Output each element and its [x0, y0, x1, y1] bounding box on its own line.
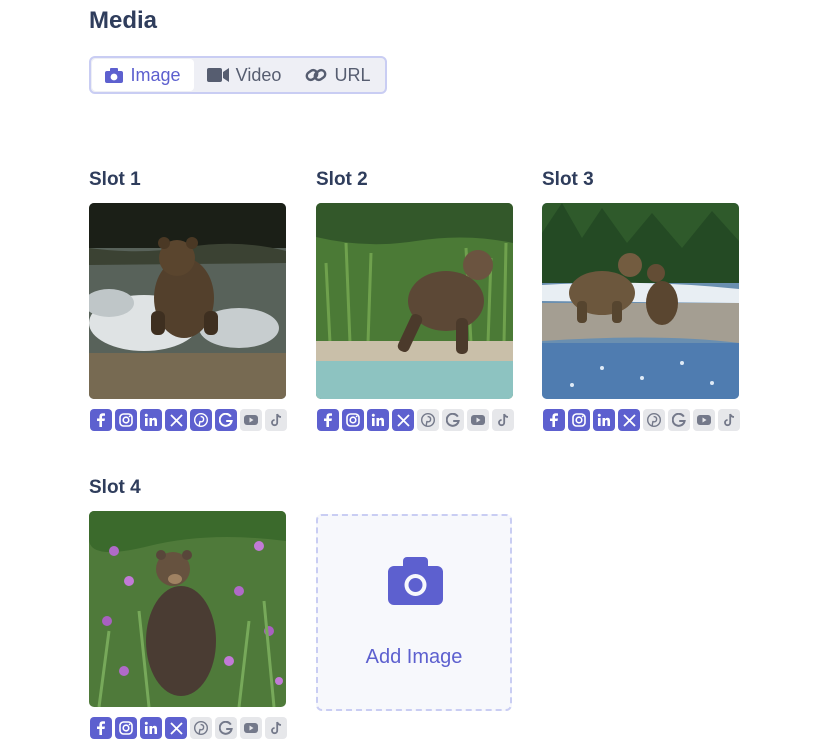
linkedin-icon: [144, 721, 157, 734]
media-slot-2: Slot 2: [316, 168, 514, 431]
facebook-toggle[interactable]: [90, 717, 112, 739]
video-camera-icon: [206, 68, 229, 82]
media-slot-4: Slot 4: [89, 476, 287, 739]
media-type-tabs: Image Video URL: [89, 56, 387, 94]
linkedin-icon: [597, 413, 610, 426]
google-toggle[interactable]: [215, 409, 237, 431]
x-icon: [622, 413, 636, 427]
youtube-icon: [244, 415, 258, 425]
tiktok-icon: [724, 413, 735, 427]
x-toggle[interactable]: [165, 717, 187, 739]
tab-video[interactable]: Video: [194, 59, 294, 91]
pinterest-toggle[interactable]: [190, 409, 212, 431]
tab-url[interactable]: URL: [294, 59, 382, 91]
slot-image[interactable]: [89, 203, 286, 399]
google-icon: [446, 413, 460, 427]
slot-image[interactable]: [316, 203, 513, 399]
tiktok-toggle[interactable]: [492, 409, 514, 431]
x-toggle[interactable]: [618, 409, 640, 431]
tiktok-toggle[interactable]: [718, 409, 740, 431]
camera-icon: [105, 67, 124, 83]
tab-label: Video: [235, 64, 282, 85]
google-icon: [219, 413, 233, 427]
slot-image[interactable]: [542, 203, 739, 399]
slot-label: Slot 1: [89, 169, 141, 190]
pinterest-toggle[interactable]: [417, 409, 439, 431]
social-platforms: [543, 409, 740, 431]
pinterest-toggle[interactable]: [190, 717, 212, 739]
linkedin-icon: [371, 413, 384, 426]
instagram-icon: [346, 413, 360, 427]
youtube-icon: [471, 415, 485, 425]
page-title: Media: [89, 7, 158, 34]
google-toggle[interactable]: [215, 717, 237, 739]
tiktok-icon: [271, 721, 282, 735]
pinterest-icon: [194, 413, 208, 427]
pinterest-icon: [421, 413, 435, 427]
pinterest-icon: [647, 413, 661, 427]
x-toggle[interactable]: [165, 409, 187, 431]
instagram-toggle[interactable]: [568, 409, 590, 431]
media-slot-3: Slot 3: [542, 168, 740, 431]
tab-image[interactable]: Image: [92, 59, 194, 91]
slot-label: Slot 4: [89, 477, 141, 498]
google-toggle[interactable]: [668, 409, 690, 431]
slot-label: Slot 2: [316, 169, 368, 190]
facebook-icon: [550, 413, 558, 427]
instagram-icon: [572, 413, 586, 427]
youtube-toggle[interactable]: [240, 409, 262, 431]
youtube-toggle[interactable]: [693, 409, 715, 431]
google-icon: [672, 413, 686, 427]
linkedin-toggle[interactable]: [593, 409, 615, 431]
facebook-icon: [324, 413, 332, 427]
facebook-toggle[interactable]: [90, 409, 112, 431]
linkedin-toggle[interactable]: [140, 717, 162, 739]
x-toggle[interactable]: [392, 409, 414, 431]
google-icon: [219, 721, 233, 735]
add-image-button[interactable]: Add Image: [316, 514, 512, 711]
tiktok-icon: [271, 413, 282, 427]
pinterest-toggle[interactable]: [643, 409, 665, 431]
facebook-icon: [97, 721, 105, 735]
facebook-toggle[interactable]: [543, 409, 565, 431]
link-icon: [306, 68, 327, 82]
social-platforms: [90, 717, 287, 739]
youtube-icon: [697, 415, 711, 425]
linkedin-toggle[interactable]: [140, 409, 162, 431]
linkedin-icon: [144, 413, 157, 426]
youtube-toggle[interactable]: [467, 409, 489, 431]
x-icon: [169, 413, 183, 427]
tiktok-toggle[interactable]: [265, 409, 287, 431]
tab-label: Image: [130, 64, 181, 85]
linkedin-toggle[interactable]: [367, 409, 389, 431]
google-toggle[interactable]: [442, 409, 464, 431]
media-slot-1: Slot 1: [89, 168, 287, 431]
slot-image[interactable]: [89, 511, 286, 707]
instagram-icon: [119, 413, 133, 427]
instagram-toggle[interactable]: [115, 409, 137, 431]
tab-label: URL: [334, 64, 371, 85]
facebook-icon: [97, 413, 105, 427]
pinterest-icon: [194, 721, 208, 735]
instagram-toggle[interactable]: [342, 409, 364, 431]
add-image-label: Add Image: [365, 646, 463, 668]
instagram-toggle[interactable]: [115, 717, 137, 739]
x-icon: [396, 413, 410, 427]
camera-icon: [388, 557, 443, 605]
youtube-toggle[interactable]: [240, 717, 262, 739]
facebook-toggle[interactable]: [317, 409, 339, 431]
slot-label: Slot 3: [542, 169, 594, 190]
social-platforms: [317, 409, 514, 431]
tiktok-icon: [498, 413, 509, 427]
youtube-icon: [244, 723, 258, 733]
instagram-icon: [119, 721, 133, 735]
tiktok-toggle[interactable]: [265, 717, 287, 739]
social-platforms: [90, 409, 287, 431]
x-icon: [169, 721, 183, 735]
